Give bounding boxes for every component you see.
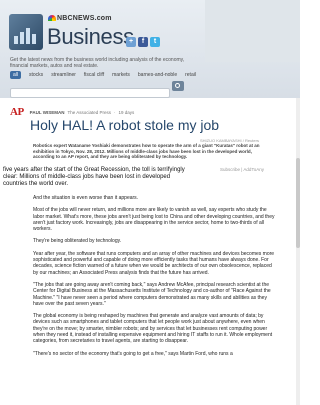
nav-item-barnes-and-noble[interactable]: barnes-and-noble <box>138 72 177 78</box>
business-logo-icon[interactable] <box>9 14 43 50</box>
header-ad-area <box>205 0 300 62</box>
byline-separator: · <box>114 109 116 115</box>
peacock-icon <box>48 15 56 21</box>
social-links: + f t <box>126 37 160 47</box>
article-body: And the situation is even worse than it … <box>33 195 277 363</box>
nav-item-fiscal-cliff[interactable]: fiscal cliff <box>84 72 104 78</box>
brand-label: NBCNEWS.com <box>57 15 112 22</box>
facebook-icon[interactable]: f <box>138 37 148 47</box>
nav-item-streamliner[interactable]: streamliner <box>51 72 76 78</box>
search-bar <box>10 81 200 98</box>
section-title[interactable]: Business <box>47 24 134 50</box>
nav-item-stocks[interactable]: stocks <box>29 72 43 78</box>
ap-logo: AP <box>10 106 24 118</box>
scrollbar[interactable] <box>296 98 300 405</box>
nav-item-markets[interactable]: markets <box>112 72 130 78</box>
byline: AP PAUL WISEMAN The Associated Press · 1… <box>10 106 290 118</box>
article-lead: five years after the start of the Great … <box>3 167 185 187</box>
paragraph: "The jobs that are going away aren't com… <box>33 281 271 307</box>
section-nav: all stocks streamliner fiscal cliff mark… <box>10 71 196 79</box>
nav-item-retail[interactable]: retail <box>185 72 196 78</box>
paragraph: They're being obliterated by technology. <box>33 238 122 245</box>
scrollbar-thumb[interactable] <box>296 158 300 248</box>
site-header: NBCNEWS.com Business + f t Get the lates… <box>0 0 300 98</box>
header-banner: NBCNEWS.com Business + f t Get the lates… <box>0 0 205 98</box>
byline-time: 19 days <box>118 109 135 115</box>
paragraph: Year after year, the software that runs … <box>33 250 275 276</box>
paragraph: Most of the jobs will never return, and … <box>33 207 275 233</box>
paragraph: The global economy is being reshaped by … <box>33 313 273 345</box>
nav-item-all[interactable]: all <box>10 71 22 79</box>
section-tagline: Get the latest news from the business wo… <box>10 57 185 69</box>
byline-source: The Associated Press <box>67 109 112 115</box>
nbcnews-brand[interactable]: NBCNEWS.com <box>48 15 112 22</box>
paragraph: "There's no sector of the economy that's… <box>33 350 233 357</box>
photo-caption: Robotics expert Wataname Yoshiaki demons… <box>33 143 260 159</box>
byline-author[interactable]: PAUL WISEMAN <box>30 110 65 115</box>
article-headline: Holy HAL! A robot stole my job <box>30 117 220 133</box>
paragraph: And the situation is even worse than it … <box>33 195 139 201</box>
plus-share-icon[interactable]: + <box>126 37 136 47</box>
search-input[interactable] <box>10 88 170 98</box>
twitter-icon[interactable]: t <box>150 37 160 47</box>
share-links[interactable]: Subscribe | AddToAny <box>220 167 264 172</box>
search-icon[interactable] <box>172 81 184 91</box>
